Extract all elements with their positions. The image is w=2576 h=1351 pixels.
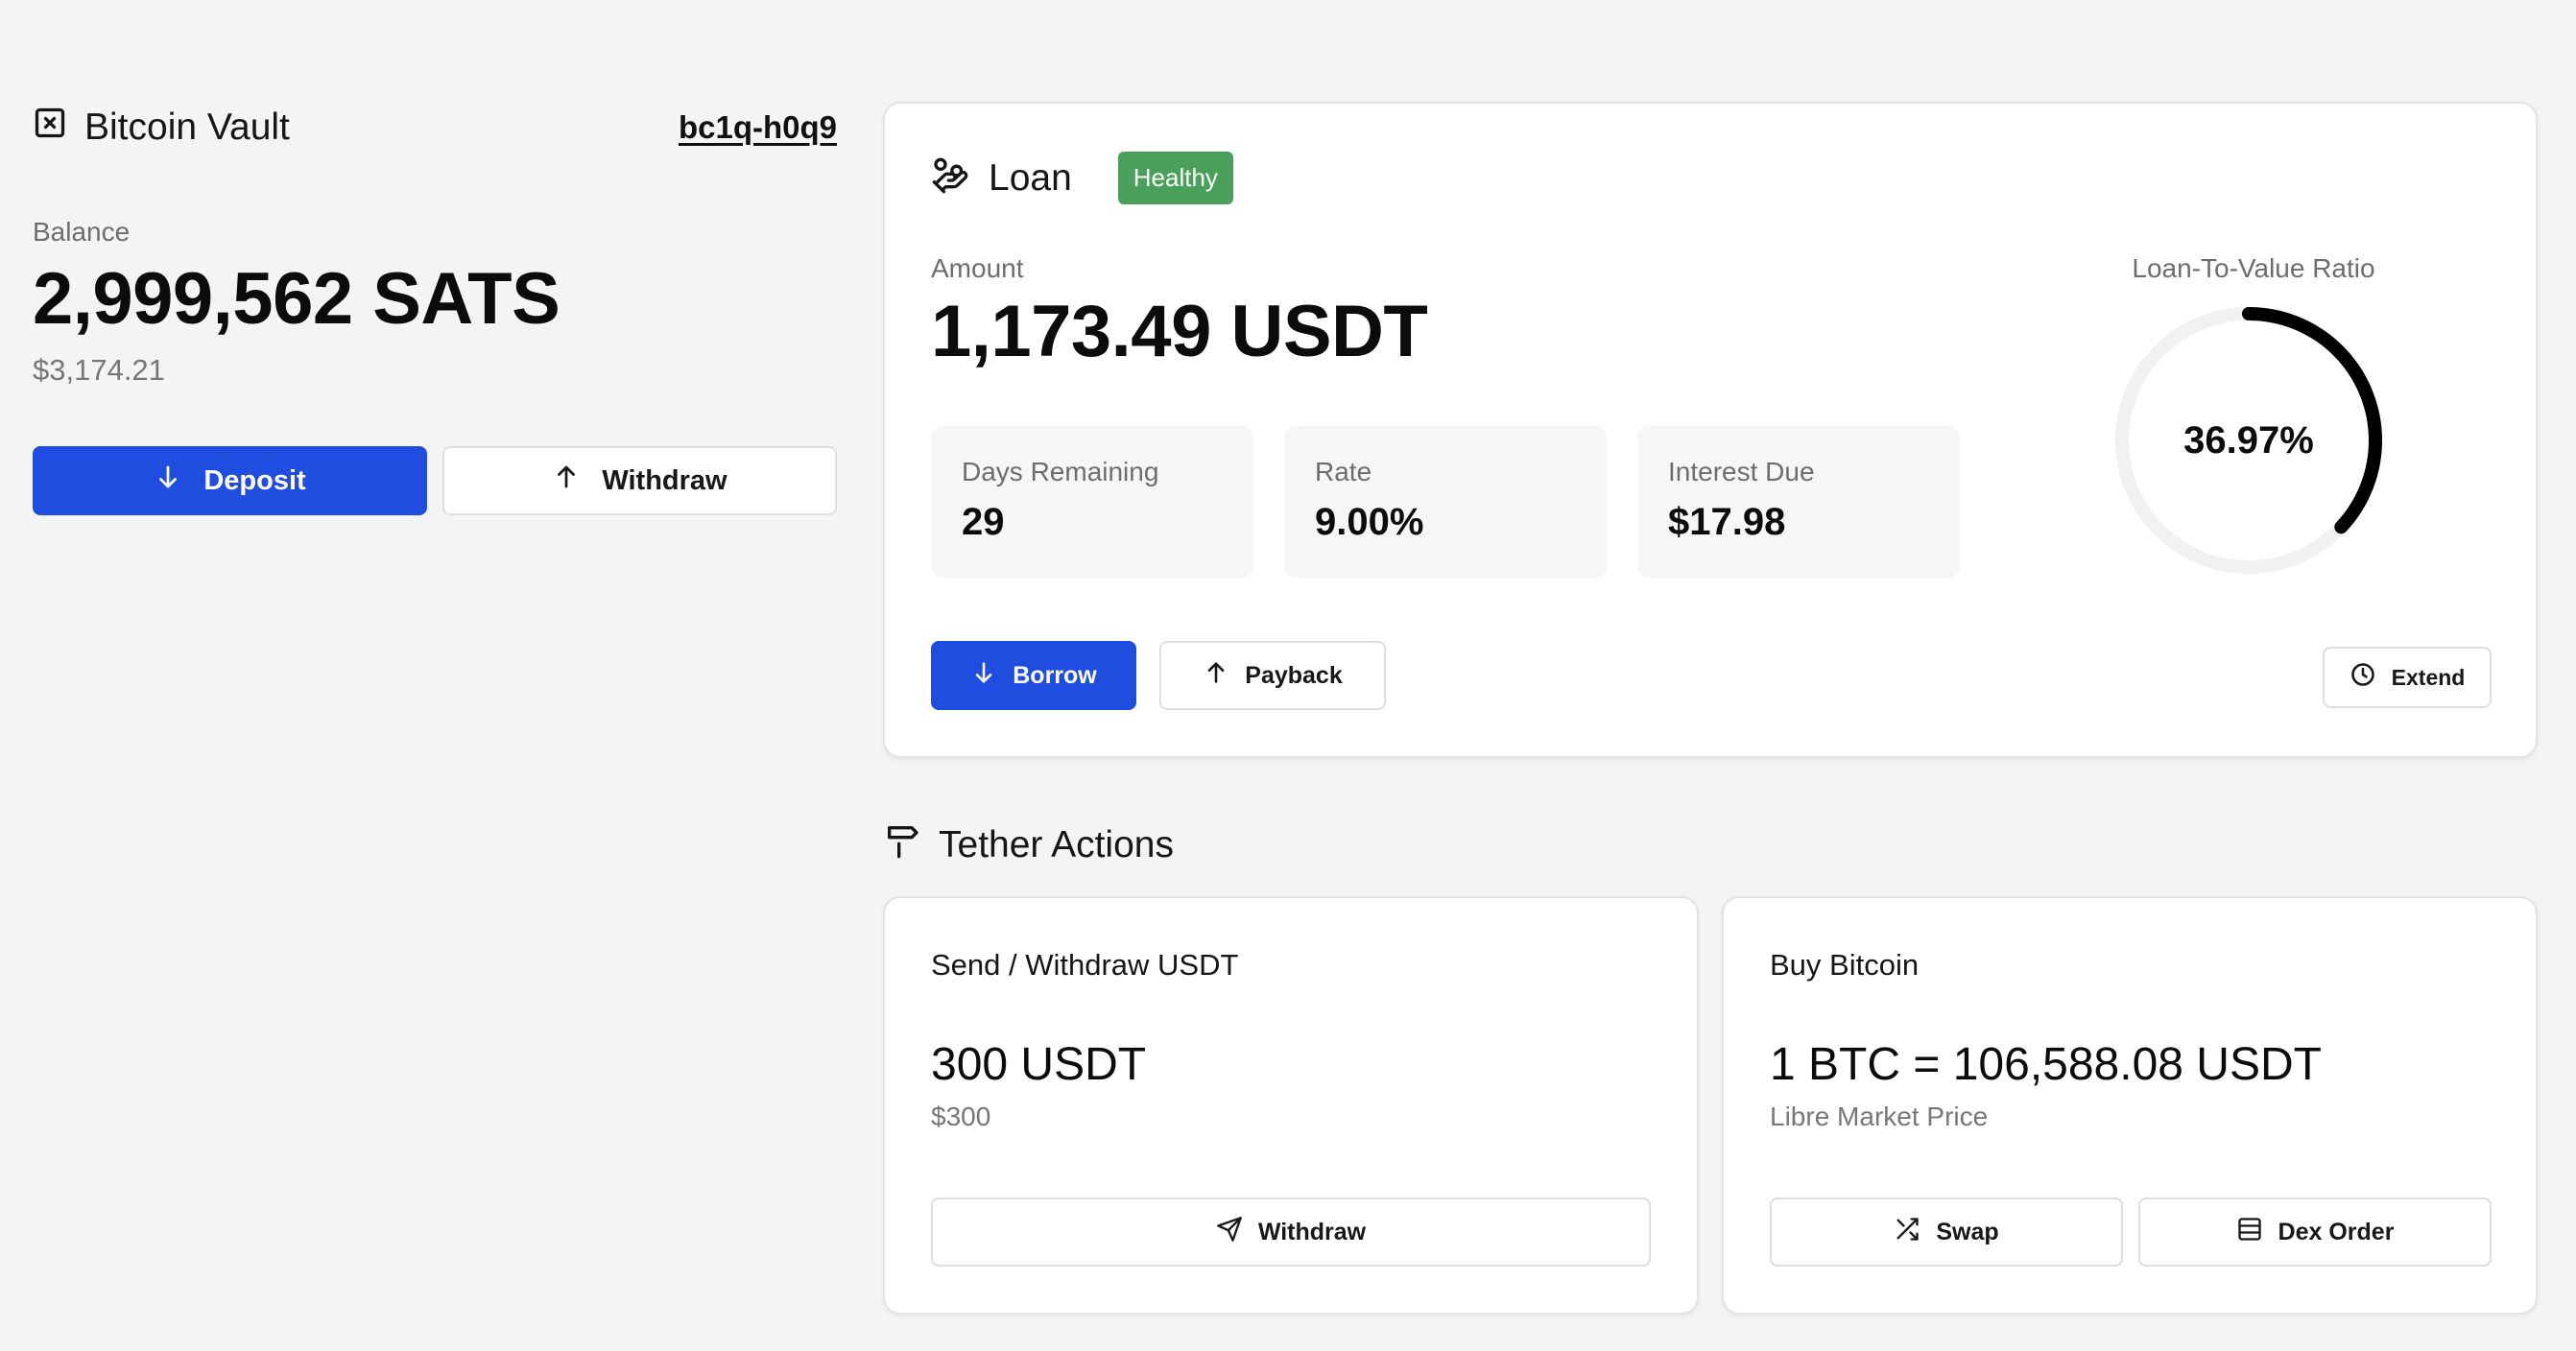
stat-label: Days Remaining <box>962 457 1159 486</box>
stat-label: Interest Due <box>1668 457 1815 486</box>
arrow-down-icon <box>154 462 182 499</box>
stat-value: 9.00% <box>1315 501 1424 543</box>
swap-label: Swap <box>1936 1218 1999 1245</box>
balance-usd: $3,174.21 <box>33 353 165 387</box>
vault-title-group: Bitcoin Vault <box>33 106 290 150</box>
loan-card: Loan Healthy Amount 1,173.49 USDT Days R… <box>883 102 2538 758</box>
usdt-withdraw-button[interactable]: Withdraw <box>931 1197 1651 1267</box>
btc-price: 1 BTC = 106,588.08 USDT <box>1770 1039 2322 1090</box>
balance-label: Balance <box>33 217 131 247</box>
dex-order-button[interactable]: Dex Order <box>2138 1197 2492 1267</box>
arrow-down-icon <box>970 659 997 693</box>
usdt-withdraw-label: Withdraw <box>1257 1218 1367 1245</box>
vault-title: Bitcoin Vault <box>84 107 290 148</box>
send-amount: 300 USDT <box>931 1039 1147 1090</box>
loan-title: Loan <box>989 156 1072 199</box>
vault-actions: Deposit Withdraw <box>33 446 837 515</box>
stat-rate: Rate 9.00% <box>1284 426 1607 578</box>
vault-header: Bitcoin Vault bc1q-h0q9 <box>33 104 837 152</box>
price-source: Libre Market Price <box>1770 1102 1989 1131</box>
payback-label: Payback <box>1245 661 1343 689</box>
swap-button[interactable]: Swap <box>1770 1197 2123 1267</box>
app-root: Bitcoin Vault bc1q-h0q9 Balance 2,999,56… <box>0 0 2576 1351</box>
tether-section-title: Tether Actions <box>939 824 1174 865</box>
buy-bitcoin-card: Buy Bitcoin 1 BTC = 106,588.08 USDT Libr… <box>1722 896 2538 1315</box>
ltv-value: 36.97% <box>2183 418 2314 462</box>
loan-amount-value: 1,173.49 USDT <box>931 291 1428 372</box>
stat-value: 29 <box>962 501 1005 543</box>
arrow-up-icon <box>1203 659 1229 693</box>
shuffle-icon <box>1894 1216 1920 1249</box>
payback-button[interactable]: Payback <box>1159 641 1386 710</box>
extend-label: Extend <box>2391 664 2466 690</box>
extend-button[interactable]: Extend <box>2323 647 2492 708</box>
clock-icon <box>2349 661 2376 694</box>
loan-amount-label: Amount <box>931 253 1024 283</box>
status-badge: Healthy <box>1117 152 1233 204</box>
arrow-up-icon <box>552 462 581 499</box>
stat-label: Rate <box>1315 457 1372 486</box>
stat-days-remaining: Days Remaining 29 <box>931 426 1253 578</box>
signpost-icon <box>883 821 921 869</box>
tether-section-header: Tether Actions <box>883 821 1174 869</box>
deposit-label: Deposit <box>203 464 306 496</box>
send-amount-usd: $300 <box>931 1102 991 1131</box>
hand-coins-icon <box>931 156 969 200</box>
ltv-label: Loan-To-Value Ratio <box>2132 253 2375 283</box>
buy-card-title: Buy Bitcoin <box>1770 948 1920 982</box>
borrow-label: Borrow <box>1013 661 1097 689</box>
loan-header: Loan Healthy <box>931 152 1233 204</box>
deposit-button[interactable]: Deposit <box>33 446 427 515</box>
vault-address-link[interactable]: bc1q-h0q9 <box>679 109 837 146</box>
borrow-button[interactable]: Borrow <box>931 641 1136 710</box>
square-x-icon <box>33 106 67 150</box>
balance-value: 2,999,562 SATS <box>33 258 561 340</box>
stat-value: $17.98 <box>1668 501 1786 543</box>
vault-withdraw-button[interactable]: Withdraw <box>442 446 837 515</box>
book-list-icon <box>2236 1216 2263 1249</box>
send-usdt-card: Send / Withdraw USDT 300 USDT $300 Withd… <box>883 896 1699 1315</box>
vault-withdraw-label: Withdraw <box>602 464 727 496</box>
send-card-title: Send / Withdraw USDT <box>931 948 1239 982</box>
dex-order-label: Dex Order <box>2278 1218 2395 1245</box>
send-icon <box>1216 1216 1243 1249</box>
stat-interest-due: Interest Due $17.98 <box>1637 426 1960 578</box>
